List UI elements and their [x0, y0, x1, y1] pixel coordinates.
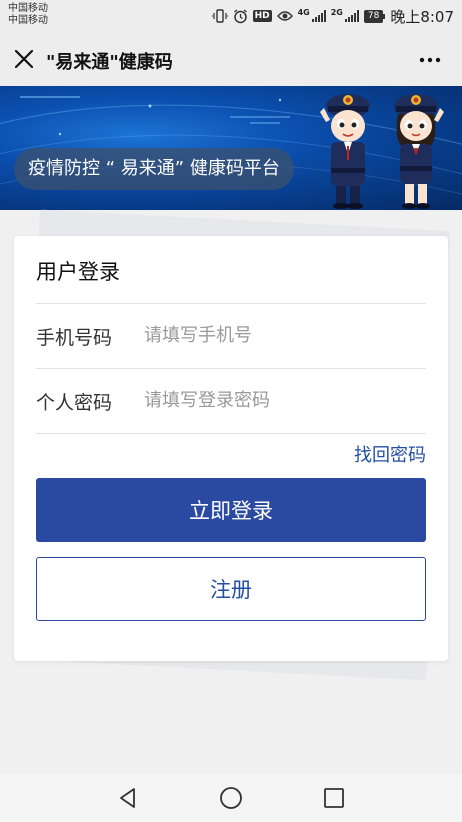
carrier-2: 中国移动 [8, 15, 48, 26]
register-button[interactable]: 注册 [36, 557, 426, 621]
phone-label: 手机号码 [36, 327, 113, 349]
network-type-1: 4G [297, 7, 310, 17]
divider [36, 368, 426, 369]
phone-input[interactable] [144, 318, 424, 352]
carrier-names: 中国移动 中国移动 [8, 3, 48, 27]
signal-icon-2 [344, 10, 359, 22]
forgot-password-link[interactable]: 找回密码 [354, 441, 426, 467]
recents-icon[interactable] [322, 786, 346, 810]
alarm-icon [233, 8, 247, 23]
password-label: 个人密码 [36, 392, 113, 414]
login-button[interactable]: 立即登录 [36, 478, 426, 542]
network-type-2: 2G [330, 7, 343, 17]
status-bar: 中国移动 中国移动 HD 4G 2G 78 晚上8:07 [0, 0, 462, 34]
signal-icon [311, 10, 326, 22]
vibrate-icon [211, 9, 228, 23]
more-icon[interactable] [418, 48, 442, 72]
app-navbar: "易来通"健康码 [0, 34, 462, 86]
status-icons: HD 4G 2G 78 晚上8:07 [211, 6, 454, 26]
banner: 疫情防控 “ 易来通” 健康码平台 [0, 86, 462, 210]
page-title: "易来通"健康码 [46, 52, 173, 73]
hd-icon: HD [252, 10, 272, 22]
back-icon[interactable] [116, 786, 140, 810]
police-officer-illustration [320, 94, 370, 209]
carrier-1: 中国移动 [8, 3, 48, 14]
password-input[interactable] [144, 383, 424, 417]
divider [36, 303, 426, 304]
eye-icon [276, 11, 293, 21]
battery-icon: 78 [363, 9, 386, 23]
login-title: 用户登录 [36, 260, 120, 284]
divider [36, 433, 426, 434]
home-icon[interactable] [219, 786, 243, 810]
clock: 晚上8:07 [390, 7, 454, 26]
system-navigation-bar [0, 774, 462, 822]
banner-title: 疫情防控 “ 易来通” 健康码平台 [14, 148, 294, 190]
login-card: 用户登录 手机号码 个人密码 找回密码 立即登录 注册 [14, 236, 448, 661]
police-officer-illustration-2 [394, 94, 444, 209]
close-icon[interactable] [12, 47, 36, 71]
